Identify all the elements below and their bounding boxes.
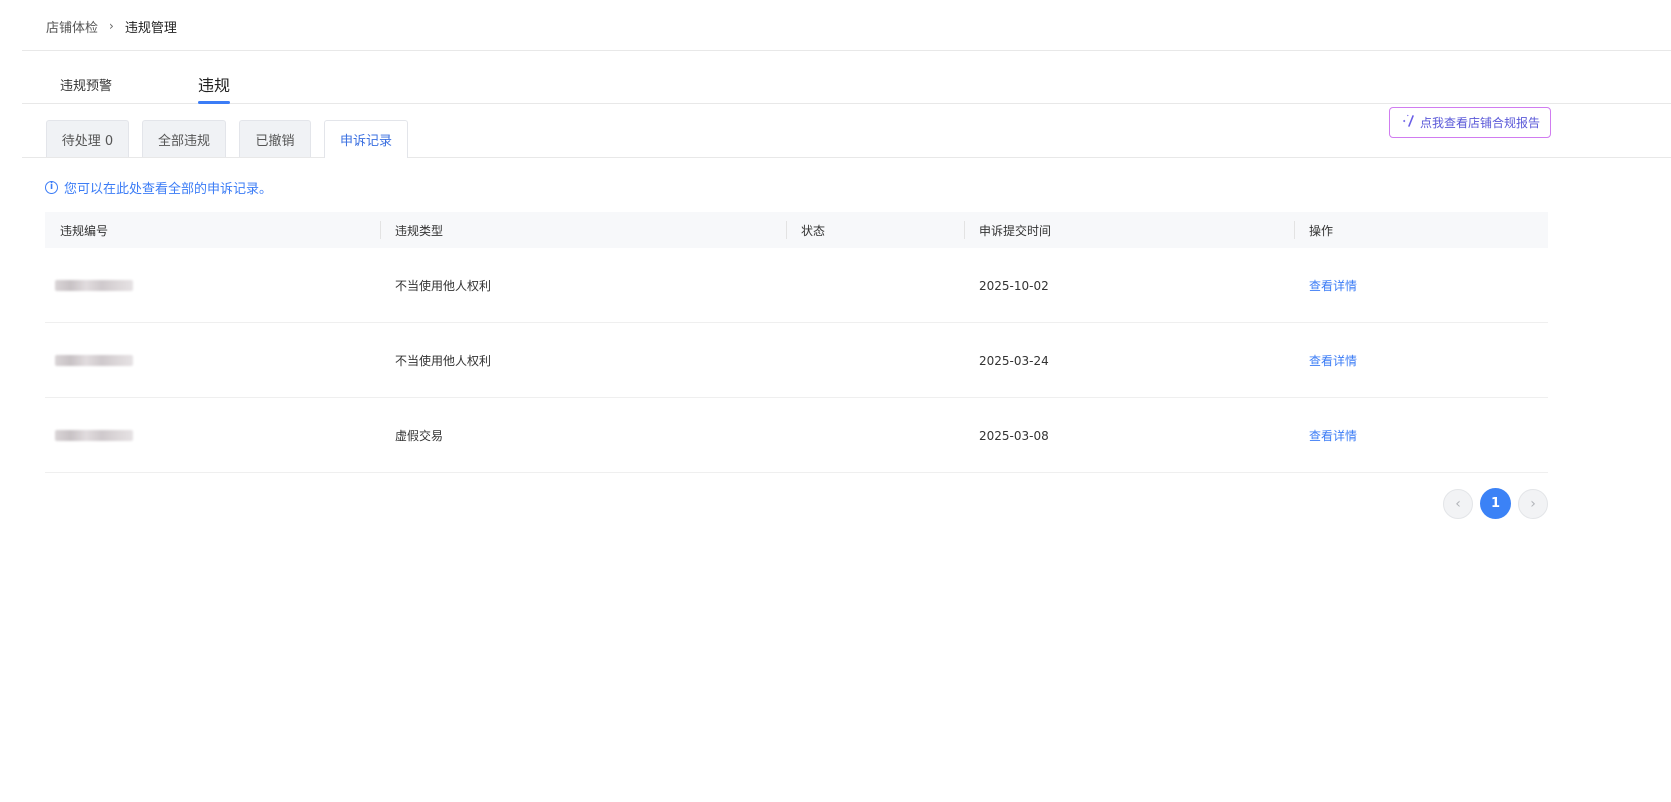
tab-violation[interactable]: 违规 [198,72,231,104]
table-row: 不当使用他人权利 2025-03-24 查看详情 [45,323,1548,398]
view-details-link[interactable]: 查看详情 [1309,398,1357,473]
view-details-link[interactable]: 查看详情 [1309,248,1357,323]
view-details-label[interactable]: 查看详情 [1309,427,1357,444]
column-header-label: 操作 [1309,223,1334,238]
chevron-left-icon: ‹ [1455,495,1461,512]
violation-type-cell: 不当使用他人权利 [395,279,492,293]
breadcrumb: 店铺体检 › 违规管理 [46,16,177,36]
column-header-status: 状态 [786,212,826,248]
violation-id-cell [55,323,133,398]
info-notice-text: 您可以在此处查看全部的申诉记录。 [64,182,273,197]
column-divider [1294,221,1295,239]
chevron-right-icon: › [1530,495,1536,512]
appeal-records-table: 违规编号 违规类型 状态 申诉提交时间 操作 不当使用他人权利 2025-10-… [45,212,1548,473]
violation-type-cell: 不当使用他人权利 [395,354,492,368]
pagination: ‹ 1 › [1443,488,1548,519]
sub-tabs: 待处理 0 全部违规 已撤销 申诉记录 [22,120,1671,158]
breadcrumb-current: 违规管理 [124,20,177,36]
column-header-label: 申诉提交时间 [979,223,1052,238]
table-row: 虚假交易 2025-03-08 查看详情 [45,398,1548,473]
breadcrumb-shop-checkup[interactable]: 店铺体检 [46,17,98,36]
column-header-submit-time: 申诉提交时间 [964,212,1052,248]
column-divider [786,221,787,239]
tab-all-violations[interactable]: 全部违规 [142,120,226,157]
column-divider [380,221,381,239]
prev-page-button[interactable]: ‹ [1443,488,1473,519]
table-header: 违规编号 违规类型 状态 申诉提交时间 操作 [45,212,1548,248]
tab-revoked[interactable]: 已撤销 [239,120,311,157]
violation-id-cell [55,398,133,473]
column-header-action: 操作 [1294,212,1334,248]
column-header-label: 状态 [801,223,826,238]
tab-violation-warning[interactable]: 违规预警 [60,75,112,107]
column-header-violation-type: 违规类型 [380,212,444,248]
column-divider [964,221,965,239]
blurred-violation-id [55,355,133,366]
next-page-button[interactable]: › [1518,488,1548,519]
view-details-label[interactable]: 查看详情 [1309,277,1357,294]
view-details-label[interactable]: 查看详情 [1309,352,1357,369]
tab-appeal-records[interactable]: 申诉记录 [324,120,408,158]
info-icon: i [45,181,58,194]
blurred-violation-id [55,280,133,291]
violation-id-cell [55,248,133,323]
submit-time-cell: 2025-03-24 [979,353,1049,368]
tab-label: 违规预警 [60,79,113,94]
main-tabs: 违规预警 违规 [22,64,1671,104]
table-row: 不当使用他人权利 2025-10-02 查看详情 [45,248,1548,323]
submit-time-cell: 2025-10-02 [979,278,1049,293]
submit-time-cell: 2025-03-08 [979,428,1049,443]
tab-pending[interactable]: 待处理 0 [46,120,129,157]
tab-label: 违规 [198,76,231,95]
column-header-violation-id: 违规编号 [60,223,109,238]
violation-type-cell: 虚假交易 [395,429,444,443]
header-divider [22,50,1671,51]
active-tab-underline [198,101,231,104]
blurred-violation-id [55,430,133,441]
page-1-button[interactable]: 1 [1480,488,1511,519]
column-header-label: 违规类型 [395,223,444,238]
info-notice: i 您可以在此处查看全部的申诉记录。 [45,178,272,197]
chevron-right-icon: › [109,19,114,33]
view-details-link[interactable]: 查看详情 [1309,323,1357,398]
